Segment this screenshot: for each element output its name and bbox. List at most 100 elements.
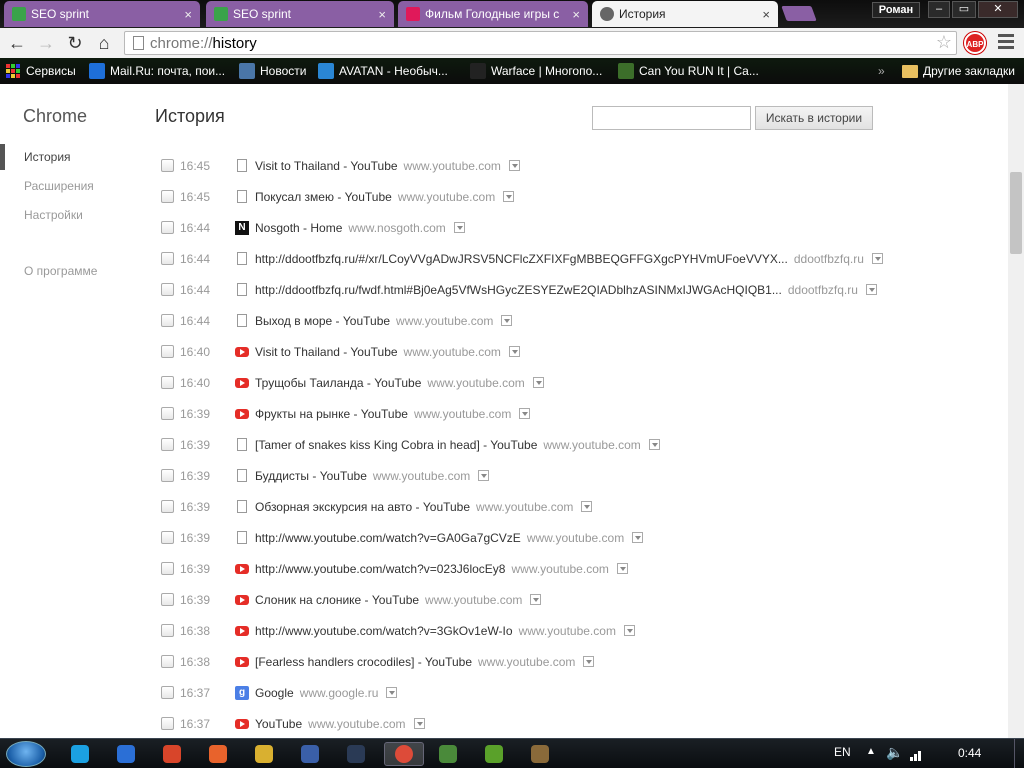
entry-title-link[interactable]: Фрукты на рынке - YouTube: [255, 407, 408, 421]
bookmark-item[interactable]: Новости: [239, 62, 306, 80]
entry-checkbox[interactable]: [161, 376, 174, 389]
entry-title-link[interactable]: Трущобы Таиланда - YouTube: [255, 376, 421, 390]
tab-1[interactable]: SEO sprint ×: [206, 1, 394, 27]
bookmark-item[interactable]: Can You RUN It | Ca...: [618, 62, 759, 80]
tab-0[interactable]: SEO sprint ×: [4, 1, 200, 27]
taskbar-app[interactable]: [64, 742, 96, 766]
tab-2[interactable]: Фильм Голодные игры с ×: [398, 1, 588, 27]
entry-checkbox[interactable]: [161, 562, 174, 575]
taskbar-app[interactable]: [478, 742, 510, 766]
close-tab-icon[interactable]: ×: [184, 7, 192, 22]
entry-title-link[interactable]: http://www.youtube.com/watch?v=023J6locE…: [255, 562, 505, 576]
tab-3[interactable]: История ×: [592, 1, 778, 27]
entry-checkbox[interactable]: [161, 717, 174, 730]
entry-menu-chevron-icon[interactable]: [530, 594, 542, 605]
forward-button[interactable]: →: [35, 32, 57, 54]
entry-title-link[interactable]: Обзорная экскурсия на авто - YouTube: [255, 500, 470, 514]
entry-checkbox[interactable]: [161, 283, 174, 296]
entry-menu-chevron-icon[interactable]: [508, 160, 520, 171]
bookmark-item[interactable]: Warface | Многопо...: [470, 62, 602, 80]
entry-menu-chevron-icon[interactable]: [508, 346, 520, 357]
entry-checkbox[interactable]: [161, 314, 174, 327]
network-icon[interactable]: [910, 747, 924, 761]
entry-menu-chevron-icon[interactable]: [501, 315, 513, 326]
entry-checkbox[interactable]: [161, 500, 174, 513]
entry-checkbox[interactable]: [161, 624, 174, 637]
entry-title-link[interactable]: [Tamer of snakes kiss King Cobra in head…: [255, 438, 537, 452]
taskbar-app[interactable]: [384, 742, 424, 766]
close-tab-icon[interactable]: ×: [572, 7, 580, 22]
entry-title-link[interactable]: http://www.youtube.com/watch?v=GA0Ga7gCV…: [255, 531, 521, 545]
entry-title-link[interactable]: Visit to Thailand - YouTube: [255, 159, 398, 173]
taskbar-app[interactable]: [340, 742, 372, 766]
entry-checkbox[interactable]: [161, 469, 174, 482]
search-history-button[interactable]: Искать в истории: [755, 106, 873, 130]
entry-title-link[interactable]: http://ddootfbzfq.ru/fwdf.html#Bj0eAg5Vf…: [255, 283, 782, 297]
entry-checkbox[interactable]: [161, 655, 174, 668]
entry-title-link[interactable]: Покусал змею - YouTube: [255, 190, 392, 204]
bookmark-item[interactable]: AVATAN - Необыч...: [318, 62, 448, 80]
taskbar-app[interactable]: [156, 742, 188, 766]
scrollbar[interactable]: [1008, 84, 1024, 738]
close-tab-icon[interactable]: ×: [762, 7, 770, 22]
entry-checkbox[interactable]: [161, 438, 174, 451]
bookmarks-overflow-button[interactable]: »: [878, 62, 885, 80]
entry-checkbox[interactable]: [161, 686, 174, 699]
taskbar-app[interactable]: [294, 742, 326, 766]
taskbar-app[interactable]: [248, 742, 280, 766]
entry-menu-chevron-icon[interactable]: [581, 501, 593, 512]
back-button[interactable]: ←: [6, 32, 28, 54]
bookmark-item[interactable]: Mail.Ru: почта, пои...: [89, 62, 225, 80]
taskbar-app[interactable]: [110, 742, 142, 766]
history-search-input[interactable]: [592, 106, 751, 130]
entry-checkbox[interactable]: [161, 159, 174, 172]
clock[interactable]: 0:44: [958, 746, 981, 760]
close-tab-icon[interactable]: ×: [378, 7, 386, 22]
minimize-button[interactable]: –: [928, 1, 950, 18]
other-bookmarks[interactable]: Другие закладки: [902, 62, 1015, 80]
bookmark-star-icon[interactable]: ☆: [936, 32, 952, 53]
entry-checkbox[interactable]: [161, 531, 174, 544]
taskbar-app[interactable]: [524, 742, 556, 766]
entry-menu-chevron-icon[interactable]: [532, 377, 544, 388]
taskbar-app[interactable]: [432, 742, 464, 766]
entry-menu-chevron-icon[interactable]: [865, 284, 877, 295]
volume-icon[interactable]: 🔈: [886, 744, 903, 761]
new-tab-button[interactable]: [781, 6, 817, 21]
scrollbar-thumb[interactable]: [1010, 172, 1022, 254]
entry-title-link[interactable]: YouTube: [255, 717, 302, 731]
entry-title-link[interactable]: Выход в море - YouTube: [255, 314, 390, 328]
start-button[interactable]: [6, 741, 46, 767]
profile-name[interactable]: Роман: [872, 2, 920, 18]
entry-menu-chevron-icon[interactable]: [453, 222, 465, 233]
entry-title-link[interactable]: Слоник на слонике - YouTube: [255, 593, 419, 607]
entry-title-link[interactable]: Nosgoth - Home: [255, 221, 342, 235]
address-bar[interactable]: chrome://history ☆: [124, 31, 957, 55]
entry-menu-chevron-icon[interactable]: [519, 408, 531, 419]
entry-title-link[interactable]: http://www.youtube.com/watch?v=3GkOv1eW-…: [255, 624, 513, 638]
entry-title-link[interactable]: Буддисты - YouTube: [255, 469, 367, 483]
reload-button[interactable]: ↻: [64, 32, 86, 54]
chrome-menu-icon[interactable]: [998, 34, 1014, 52]
entry-title-link[interactable]: [Fearless handlers crocodiles] - YouTube: [255, 655, 472, 669]
entry-menu-chevron-icon[interactable]: [623, 625, 635, 636]
entry-menu-chevron-icon[interactable]: [413, 718, 425, 729]
entry-checkbox[interactable]: [161, 190, 174, 203]
home-button[interactable]: ⌂: [93, 32, 115, 54]
entry-menu-chevron-icon[interactable]: [616, 563, 628, 574]
entry-title-link[interactable]: Google: [255, 686, 294, 700]
tray-expand-icon[interactable]: ▲: [866, 746, 876, 757]
entry-title-link[interactable]: http://ddootfbzfq.ru/#/xr/LCoyVVgADwJRSV…: [255, 252, 788, 266]
bookmark-item[interactable]: Сервисы: [6, 62, 76, 80]
entry-menu-chevron-icon[interactable]: [478, 470, 490, 481]
entry-title-link[interactable]: Visit to Thailand - YouTube: [255, 345, 398, 359]
entry-checkbox[interactable]: [161, 407, 174, 420]
maximize-button[interactable]: ▭: [952, 1, 976, 18]
entry-checkbox[interactable]: [161, 593, 174, 606]
entry-menu-chevron-icon[interactable]: [503, 191, 515, 202]
entry-checkbox[interactable]: [161, 345, 174, 358]
entry-checkbox[interactable]: [161, 221, 174, 234]
language-indicator[interactable]: EN: [834, 745, 851, 759]
entry-menu-chevron-icon[interactable]: [871, 253, 883, 264]
entry-menu-chevron-icon[interactable]: [632, 532, 644, 543]
